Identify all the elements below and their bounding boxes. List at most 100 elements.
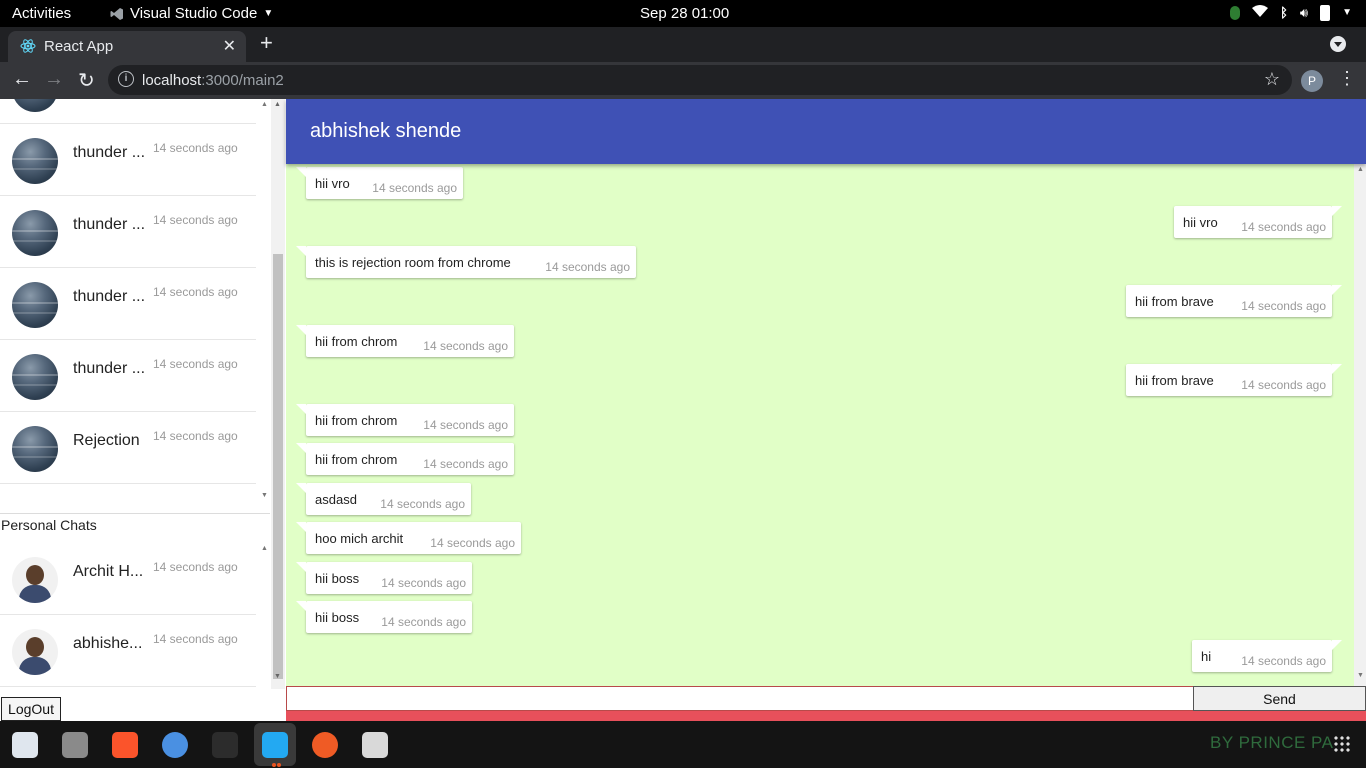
tab-search-icon[interactable] [1330,36,1346,52]
incoming-message: hii from chrom 14 seconds ago [296,325,514,357]
chat-timestamp: 14 seconds ago [153,285,238,299]
address-bar[interactable]: i localhost:3000/main2 ☆ [108,65,1292,95]
scroll-up-icon[interactable]: ▲ [1357,166,1364,173]
chat-name: thunder ... [73,144,146,161]
postman-icon[interactable] [312,732,338,758]
more-options-icon[interactable]: ⋮ [1338,68,1356,89]
message-text: hi [1201,649,1212,664]
chat-list-item[interactable]: Archit H... 14 seconds ago [0,543,256,615]
scroll-up-icon[interactable]: ▲ [274,101,281,108]
message-timestamp: 14 seconds ago [430,536,515,550]
message-timestamp: 14 seconds ago [1241,220,1326,234]
message-text: hii from chrom [315,334,398,349]
browser-tab[interactable]: React App ✕ [8,31,246,62]
show-applications-icon[interactable] [1333,735,1351,753]
chat-list-item[interactable]: thunder ...14 seconds ago [0,340,256,412]
scroll-down-icon[interactable]: ▼ [1357,672,1364,679]
message-timestamp: 14 seconds ago [381,615,466,629]
scroll-up-icon[interactable]: ▲ [261,101,268,108]
chat-list-item[interactable]: thunder ... 14 seconds ago [0,268,256,340]
terminal-icon[interactable] [212,732,238,758]
clock[interactable]: Sep 28 01:00 [640,5,729,22]
files-icon[interactable] [62,732,88,758]
volume-icon: 🔊︎ [1299,4,1309,20]
reader-icon[interactable] [362,732,388,758]
avatar [12,557,58,603]
chat-list-item[interactable]: thunder ...14 seconds ago [0,124,256,196]
chat-timestamp: 14 seconds ago [153,560,238,574]
vscode-small-icon [110,7,123,20]
section-divider [0,513,270,514]
message-input[interactable] [286,686,1194,711]
outgoing-message: hii from brave 14 seconds ago [1126,285,1342,317]
chat-list-item[interactable]: thunder ...14 seconds ago [0,99,256,124]
chat-name: thunder ... [73,360,146,377]
outgoing-message: hii vro 14 seconds ago [1174,206,1342,238]
vscode-icon[interactable] [262,732,288,758]
group-chat-list: thunder ... 14 seconds ago thunder ... 14 s… [0,99,270,505]
reload-icon[interactable]: ↻ [78,68,95,93]
send-button[interactable]: Send [1193,686,1366,711]
chat-timestamp: 14 seconds ago [153,429,238,443]
chat-name: Rejection [73,432,140,449]
chevron-down-icon: ▼ [1342,7,1352,18]
message-text: hii boss [315,571,360,586]
avatar [12,354,58,400]
logout-button[interactable]: LogOut [1,697,61,721]
back-arrow-icon[interactable]: ← [12,68,32,91]
chat-name: thunder ... [73,288,146,305]
incoming-message: hii from chrom 14 seconds ago [296,404,514,436]
message-scrollbar[interactable]: ▲ ▼ [1354,164,1366,686]
message-timestamp: 14 seconds ago [1241,299,1326,313]
message-timestamp: 14 seconds ago [423,457,508,471]
wallpaper-text: BY PRINCE PA [1210,733,1334,752]
dock: BY PRINCE PA [0,721,1366,768]
chromium-icon[interactable] [162,732,188,758]
close-icon[interactable]: ✕ [223,36,236,56]
url-host: localhost [142,72,202,89]
app-menu[interactable]: Visual Studio Code ▼ [110,5,273,22]
message-text: hii from chrom [315,452,398,467]
message-timestamp: 14 seconds ago [1241,378,1326,392]
scroll-down-icon[interactable]: ▼ [274,673,281,680]
forward-arrow-icon[interactable]: → [44,68,64,91]
scrollbar-thumb[interactable] [273,254,283,679]
message-text: hoo mich archit [315,531,404,546]
chat-timestamp: 14 seconds ago [153,213,238,227]
message-text: hii boss [315,610,360,625]
sidebar-scrollbar[interactable]: ▲ ▼ [271,99,285,689]
text-editor-icon[interactable] [12,732,38,758]
chat-name: Archit H... [73,563,144,580]
group-list-scrollbar[interactable]: ▲ ▼ [258,99,270,505]
wifi-icon [1252,4,1269,21]
incoming-message: this is rejection room from chrome 14 sec… [296,246,636,278]
app-menu-label: Visual Studio Code [130,5,258,22]
status-indicator-icon [1230,5,1241,20]
message-text: asdasd [315,492,357,507]
incoming-message: hii boss 14 seconds ago [296,601,472,633]
new-tab-button[interactable]: + [260,30,273,56]
brave-browser-icon[interactable] [112,732,138,758]
chat-list-item[interactable]: abhishe... 14 seconds ago [0,615,256,687]
chat-list-item[interactable]: Rejection 14 seconds ago [0,412,256,484]
profile-avatar[interactable]: P [1301,70,1323,92]
chat-header: abhishek shende [286,99,1366,164]
system-tray[interactable]: ᛒ 🔊︎ ▼ [1230,4,1352,21]
bookmark-star-icon[interactable]: ☆ [1264,69,1280,90]
chat-list-item[interactable]: thunder ...14 seconds ago [0,196,256,268]
running-indicator [277,763,281,767]
site-info-icon[interactable]: i [118,71,134,87]
footer-band [286,711,1366,721]
incoming-message: hoo mich archit 14 seconds ago [296,522,521,554]
running-indicator [272,763,276,767]
personal-list-scrollbar[interactable]: ▲ [258,543,270,687]
personal-chats-heading: Personal Chats [1,517,97,533]
browser-toolbar: ← → ↻ i localhost:3000/main2 ☆ P ⋮ [0,62,1366,99]
incoming-message: hii boss 14 seconds ago [296,562,472,594]
message-text: hii from brave [1135,373,1214,388]
scroll-up-icon[interactable]: ▲ [261,545,268,552]
scroll-down-icon[interactable]: ▼ [261,492,268,499]
activities-button[interactable]: Activities [12,5,71,22]
url-text: localhost:3000/main2 [142,72,284,89]
browser-tab-strip: React App ✕ + [0,27,1366,62]
